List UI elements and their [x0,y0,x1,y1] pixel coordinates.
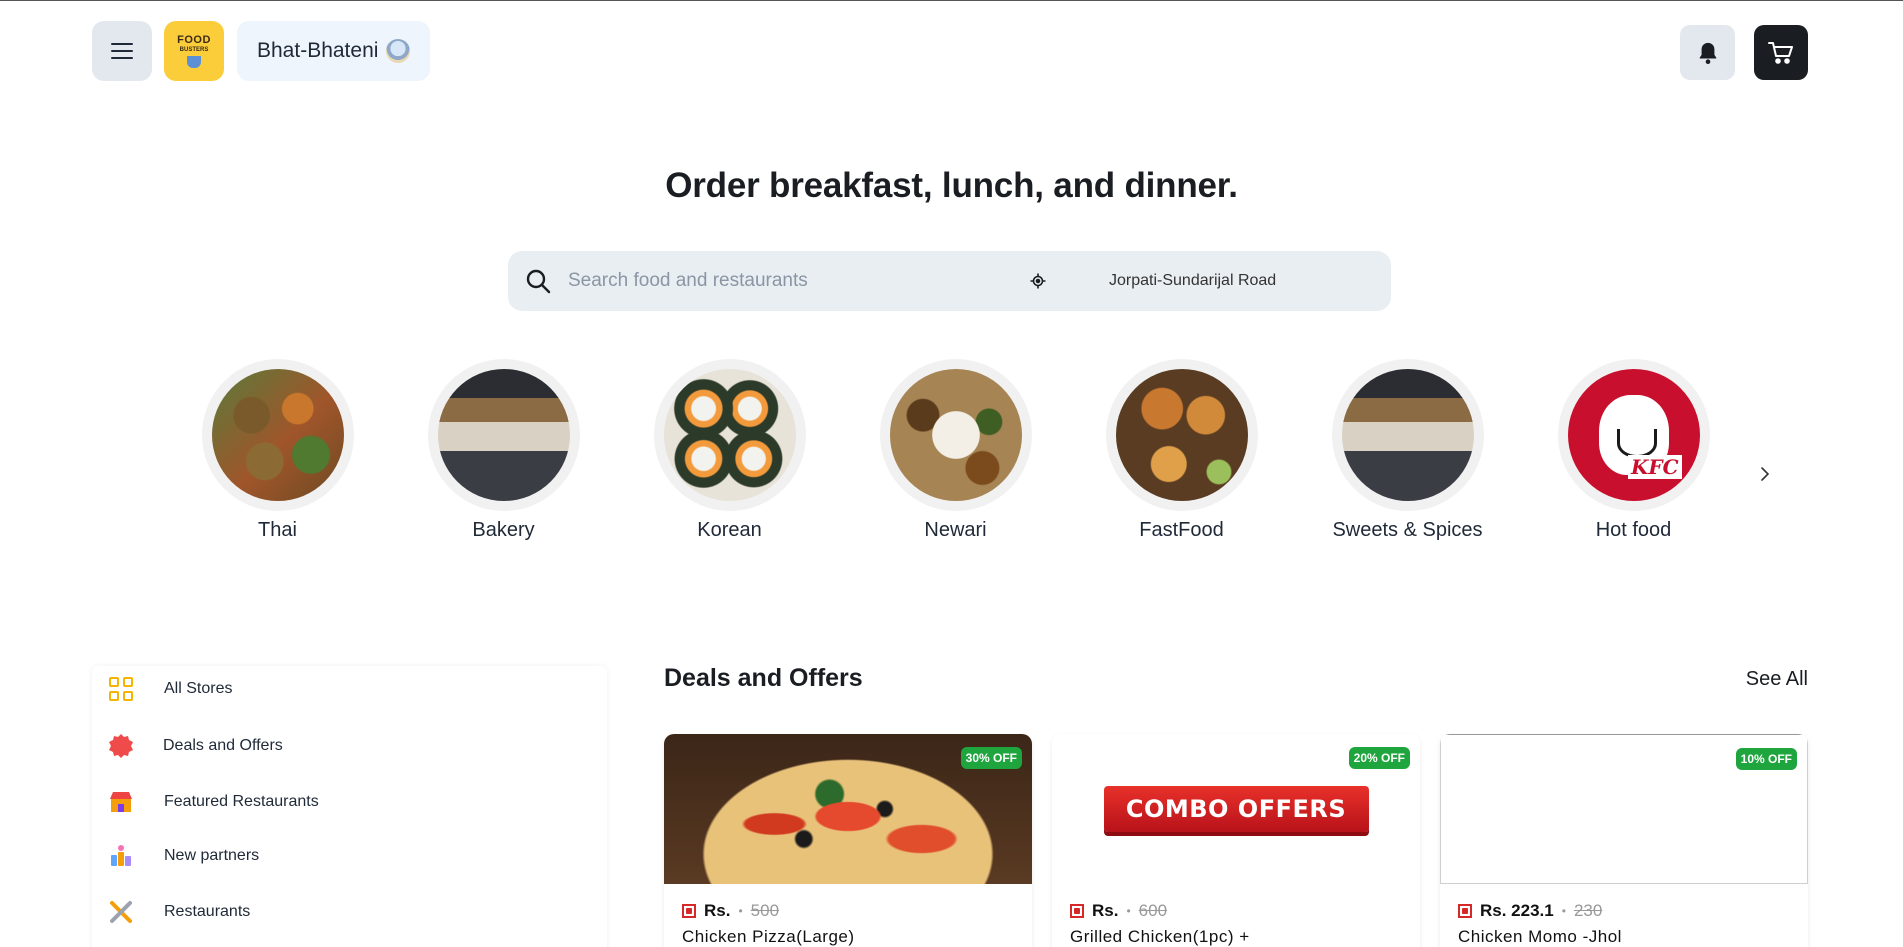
original-price: 500 [750,901,780,920]
sidebar-item-all-stores[interactable]: All Stores [92,666,607,712]
separator-dot: • [738,904,743,918]
grid-icon [106,674,136,704]
category-label: FastFood [1139,519,1224,541]
cutlery-icon [106,897,136,927]
deal-card[interactable]: 10% OFF Rs. 223.1 • 230 Chicken Momo -Jh… [1440,734,1808,947]
sidebar-item-new-partners[interactable]: New partners [92,833,607,879]
category-label: Hot food [1595,519,1672,541]
logo-icon [187,55,201,68]
kfc-logo-text: KFC [1628,455,1682,479]
cart-button[interactable] [1754,25,1808,80]
category-fastfood[interactable]: FastFood [1094,359,1269,542]
pizza-image: 30% OFF [664,734,1032,884]
notifications-button[interactable] [1680,25,1735,80]
search-bar: Jorpati-Sundarijal Road [508,251,1391,311]
newari-food-image [889,369,1022,501]
store-sidebar: All Stores Deals and Offers Featured Res… [92,666,607,947]
hamburger-icon [111,43,133,59]
original-price: 230 [1573,901,1603,920]
sidebar-item-restaurants[interactable]: Restaurants [92,889,607,935]
sweets-spices-image [1341,369,1474,501]
category-sweets-spices[interactable]: Sweets & Spices [1320,359,1495,542]
top-header: FOOD BUSTERS Bhat-Bhateni [92,21,1808,81]
category-bakery[interactable]: Bakery [416,359,591,542]
deal-price: Rs. [1092,901,1119,920]
chevron-right-icon [1761,467,1770,481]
hot-food-image: KFC [1567,369,1700,501]
see-all-link[interactable]: See All [1746,668,1808,691]
momo-image-placeholder: 10% OFF [1440,734,1808,884]
non-veg-icon [1070,904,1084,918]
logo-text: FOOD [177,33,211,46]
fastfood-image [1115,369,1248,501]
deal-name: Chicken Momo -Jhol [1458,927,1622,946]
sidebar-item-featured-restaurants[interactable]: Featured Restaurants [92,779,607,825]
category-label: Thai [258,519,297,541]
deal-badge-icon [106,731,136,761]
price-row: Rs. • 600 [1070,901,1167,921]
app-logo[interactable]: FOOD BUSTERS [164,21,224,81]
partners-icon [106,841,136,871]
deal-name: Chicken Pizza(Large) [682,927,855,946]
deal-card[interactable]: COMBO OFFERS 20% OFF Rs. • 600 Grilled C… [1052,734,1420,947]
combo-offer-image: COMBO OFFERS 20% OFF [1052,734,1420,884]
store-icon [386,39,411,63]
price-row: Rs. 223.1 • 230 [1458,901,1602,921]
separator-dot: • [1561,904,1566,918]
original-price: 600 [1138,901,1168,920]
store-name: Bhat-Bhateni [257,39,379,62]
search-icon[interactable] [518,261,558,301]
sidebar-item-label: Deals and Offers [163,737,283,754]
deal-card[interactable]: 30% OFF Rs. • 500 Chicken Pizza(Large) [664,734,1032,947]
price-row: Rs. • 500 [682,901,779,921]
category-label: Korean [697,519,762,541]
category-label: Bakery [472,519,535,541]
sidebar-item-label: Featured Restaurants [164,793,319,810]
non-veg-icon [682,904,696,918]
bakery-image [437,369,570,501]
non-veg-icon [1458,904,1472,918]
logo-subtext: BUSTERS [179,46,209,53]
discount-badge: 30% OFF [960,747,1022,769]
sidebar-item-label: All Stores [164,680,233,697]
bell-icon [1699,42,1716,64]
carousel-next-button[interactable] [1750,459,1780,489]
sidebar-item-label: Restaurants [164,903,251,920]
deals-section-title: Deals and Offers [664,664,863,692]
deal-price: Rs. 223.1 [1480,901,1554,920]
featured-store-icon [106,787,136,817]
deal-price: Rs. [704,901,731,920]
category-newari[interactable]: Newari [868,359,1043,542]
sidebar-item-label: New partners [164,847,260,864]
combo-banner: COMBO OFFERS [1103,786,1369,832]
korean-food-image [663,369,796,501]
category-korean[interactable]: Korean [642,359,817,542]
discount-badge: 20% OFF [1348,747,1410,769]
separator-dot: • [1126,904,1131,918]
category-label: Sweets & Spices [1332,519,1483,541]
category-label: Newari [924,519,987,541]
location-target-icon[interactable] [1023,266,1053,296]
hero-title: Order breakfast, lunch, and dinner. [665,166,1238,205]
sidebar-item-deals-offers[interactable]: Deals and Offers [92,723,607,769]
deal-name: Grilled Chicken(1pc) + [1070,927,1250,946]
category-thai[interactable]: Thai [190,359,365,542]
thai-food-image [211,369,344,501]
category-hot-food[interactable]: KFC Hot food [1546,359,1721,542]
menu-button[interactable] [92,21,152,81]
store-selector[interactable]: Bhat-Bhateni [237,21,431,81]
category-carousel: Thai Bakery Korean Newari FastFood Sweet… [190,359,1770,542]
discount-badge: 10% OFF [1735,748,1797,770]
location-text[interactable]: Jorpati-Sundarijal Road [1109,272,1276,290]
cart-icon [1768,41,1793,64]
search-input[interactable] [568,270,1023,292]
